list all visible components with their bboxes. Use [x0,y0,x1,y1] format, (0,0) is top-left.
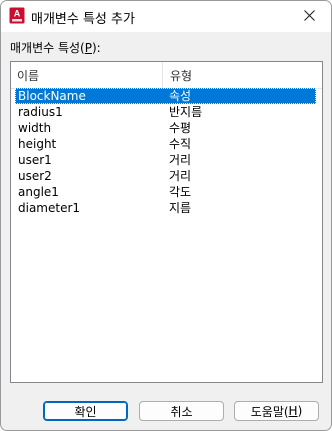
add-parameter-properties-dialog: A 매개변수 특성 추가 매개변수 특성(P): 이름 유형 BlockName… [0,0,332,431]
item-type: 수평 [169,121,192,135]
help-label-prefix: 도움말( [250,404,289,419]
item-name: user1 [18,153,52,167]
column-header-type[interactable]: 유형 [163,62,322,88]
cancel-button[interactable]: 취소 [139,401,224,421]
list-item[interactable]: width 수평 [15,120,316,136]
item-name: angle1 [18,185,59,199]
parameter-properties-label: 매개변수 특성(P): [10,39,101,56]
close-x-icon [303,10,315,24]
list-item[interactable]: height 수직 [15,136,316,152]
help-label-suffix: ) [297,404,303,418]
column-header-type-label: 유형 [170,69,193,83]
list-item[interactable]: diameter1 지름 [15,200,316,216]
item-name: user2 [18,169,52,183]
item-type: 거리 [169,169,192,183]
column-header-name[interactable]: 이름 [11,62,163,88]
column-header-name-label: 이름 [17,69,40,83]
item-name: BlockName [18,89,86,103]
label-prefix: 매개변수 특성( [10,41,85,55]
item-name: height [18,137,57,151]
item-type: 속성 [169,89,192,103]
parameter-properties-list[interactable]: 이름 유형 BlockName 속성 radius1 반지름 width 수평 … [10,61,323,383]
ok-button-label: 확인 [74,404,97,419]
autocad-a-icon: A [9,7,25,24]
help-button[interactable]: 도움말(H) [234,401,319,421]
list-item[interactable]: user2 거리 [15,168,316,184]
dialog-title: 매개변수 특성 추가 [31,12,135,27]
close-button[interactable] [295,6,323,28]
cancel-button-label: 취소 [170,404,193,419]
item-type: 수직 [169,137,192,151]
list-item[interactable]: angle1 각도 [15,184,316,200]
svg-text:A: A [14,9,21,19]
item-name: width [18,121,52,135]
item-name: diameter1 [18,201,81,215]
item-type: 거리 [169,153,192,167]
list-rows: BlockName 속성 radius1 반지름 width 수평 height… [15,88,316,216]
item-type: 지름 [169,201,192,215]
item-name: radius1 [18,105,63,119]
list-header: 이름 유형 [11,62,322,89]
list-item[interactable]: radius1 반지름 [15,104,316,120]
label-suffix: ): [92,41,101,55]
label-mnemonic: P [84,41,92,55]
list-item[interactable]: user1 거리 [15,152,316,168]
title-bar: A 매개변수 특성 추가 [1,1,331,32]
item-type: 각도 [169,185,192,199]
list-item[interactable]: BlockName 속성 [15,88,316,104]
help-label-mnemonic: H [288,404,298,418]
item-type: 반지름 [169,105,203,119]
ok-button[interactable]: 확인 [43,401,128,421]
